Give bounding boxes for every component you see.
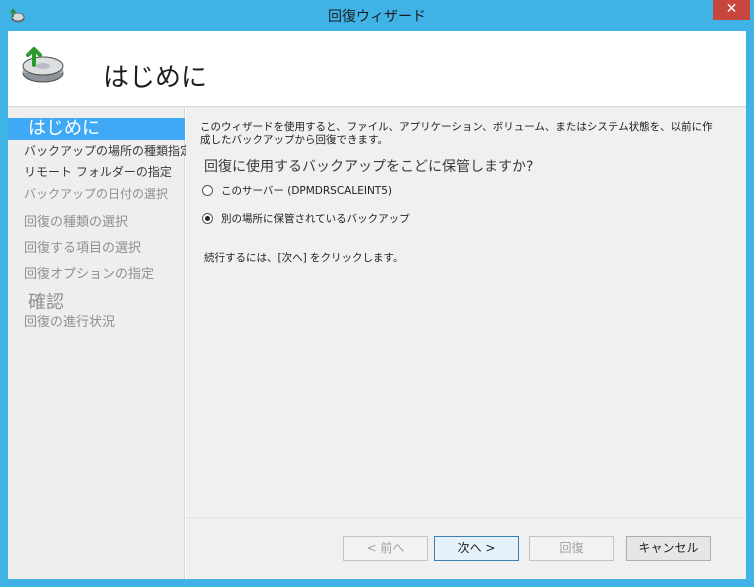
option-another-location[interactable]: 別の場所に保管されているバックアップ (202, 211, 410, 226)
continue-hint: 続行するには、[次へ] をクリックします。 (204, 252, 404, 264)
intro-text: このウィザードを使用すると、ファイル、アプリケーション、ボリューム、またはシステ… (200, 121, 713, 146)
nav-step-remote-folder[interactable]: リモート フォルダーの指定 (8, 163, 185, 180)
option-another-location-label: 別の場所に保管されているバックアップ (221, 213, 410, 225)
nav-step-backup-location-type[interactable]: バックアップの場所の種類指定 (8, 142, 192, 159)
title-bar: 回復ウィザード ✕ (0, 0, 754, 31)
location-question: 回復に使用するバックアップをこどに保管しますか? (204, 159, 534, 175)
wizard-footer: < 前へ 次へ > 回復 キャンセル (186, 517, 746, 579)
backup-disk-arrow-icon (16, 39, 66, 89)
previous-button[interactable]: < 前へ (343, 536, 428, 561)
wizard-step-nav: はじめに バックアップの場所の種類指定 リモート フォルダーの指定 バックアップ… (8, 107, 192, 579)
nav-step-select-items: 回復する項目の選択 (24, 241, 142, 256)
recover-button[interactable]: 回復 (529, 536, 614, 561)
nav-step-recovery-options: 回復オプションの指定 (24, 267, 155, 282)
window-title: 回復ウィザード (328, 9, 426, 25)
cancel-button[interactable]: キャンセル (626, 536, 711, 561)
close-button[interactable]: ✕ (713, 0, 750, 20)
radio-another-location[interactable] (202, 213, 213, 224)
wizard-content: このウィザードを使用すると、ファイル、アプリケーション、ボリューム、またはシステ… (186, 107, 746, 517)
radio-this-server[interactable] (202, 185, 213, 196)
recovery-wizard-window: 回復ウィザード ✕ はじめに はじめに バックアップの場所の種類指定 リモート … (0, 0, 754, 587)
nav-step-recovery-progress: 回復の進行状況 (24, 315, 116, 330)
option-this-server[interactable]: このサーバー (DPMDRSCALEINT5) (202, 183, 392, 198)
wizard-header: はじめに (8, 31, 746, 107)
page-title: はじめに (103, 63, 208, 93)
next-button[interactable]: 次へ > (434, 536, 519, 561)
nav-step-getting-started[interactable]: はじめに (8, 118, 185, 140)
nav-step-recovery-type: 回復の種類の選択 (24, 215, 129, 230)
option-this-server-label: このサーバー (DPMDRSCALEINT5) (221, 185, 392, 197)
nav-step-backup-date: バックアップの日付の選択 (24, 187, 169, 201)
wizard-client-area: はじめに はじめに バックアップの場所の種類指定 リモート フォルダーの指定 バ… (8, 31, 746, 579)
